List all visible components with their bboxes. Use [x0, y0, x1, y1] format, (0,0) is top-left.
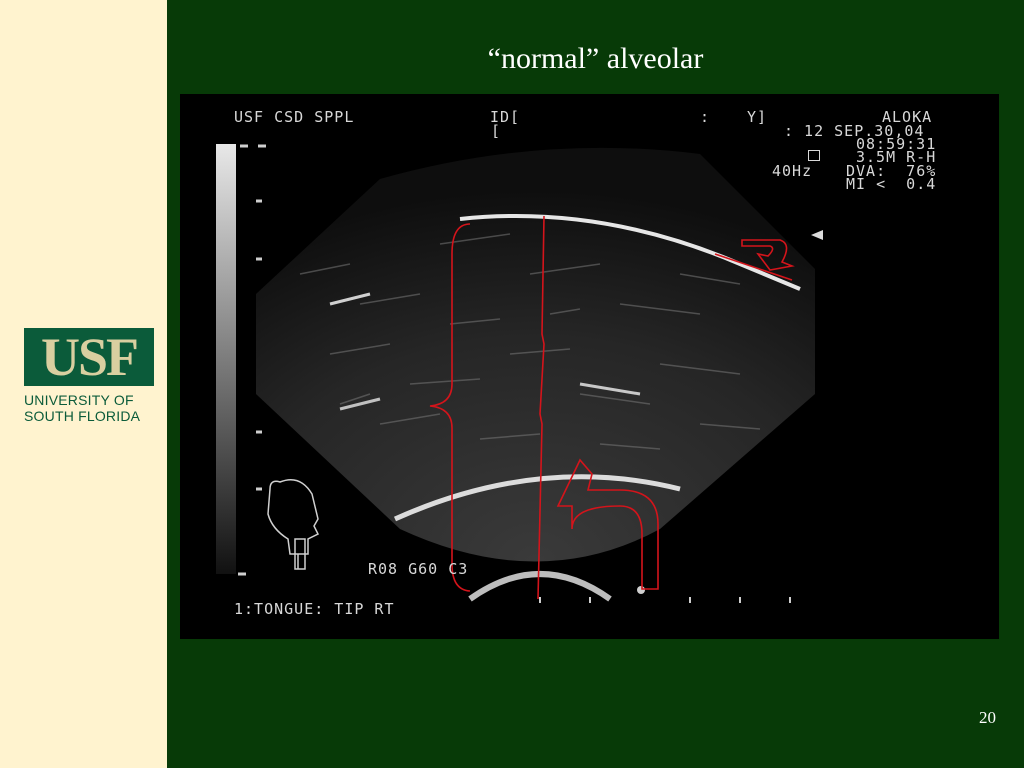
- focus-marker: [637, 586, 645, 594]
- ultrasound-image: USF CSD SPPL ID[ [ : Y] ALOKA : 12 SEP.3…: [180, 94, 999, 639]
- header-left-text: USF CSD SPPL: [234, 108, 355, 126]
- page-number: 20: [979, 708, 996, 727]
- usf-logo: USF UNIVERSITY OF SOUTH FLORIDA: [24, 328, 156, 424]
- head-icon: [267, 479, 320, 570]
- slide-title: “normal” alveolar: [487, 42, 704, 75]
- scan-params: R08 G60 C3: [368, 560, 469, 578]
- grayscale-bar: [216, 144, 236, 574]
- marker-triangle: [811, 230, 823, 240]
- logo-wordmark: USF: [40, 327, 139, 387]
- scan-caption: 1:TONGUE: TIP RT: [234, 600, 395, 618]
- logo-line-1: UNIVERSITY OF: [24, 392, 134, 408]
- id-year: Y]: [747, 108, 768, 126]
- probe-icon: [808, 150, 820, 161]
- bottom-ticks: [539, 597, 791, 603]
- frame-rate: 40Hz: [772, 162, 813, 180]
- mi-value: MI < 0.4: [846, 175, 937, 193]
- sidebar-panel: USF UNIVERSITY OF SOUTH FLORIDA: [0, 0, 167, 768]
- logo-line-2: SOUTH FLORIDA: [24, 408, 141, 424]
- id-bracket: [: [491, 122, 502, 140]
- usf-logo-box: USF: [24, 328, 154, 386]
- scan-sector: [256, 147, 815, 562]
- id-colon: :: [700, 108, 711, 126]
- probe-arc: [468, 571, 612, 602]
